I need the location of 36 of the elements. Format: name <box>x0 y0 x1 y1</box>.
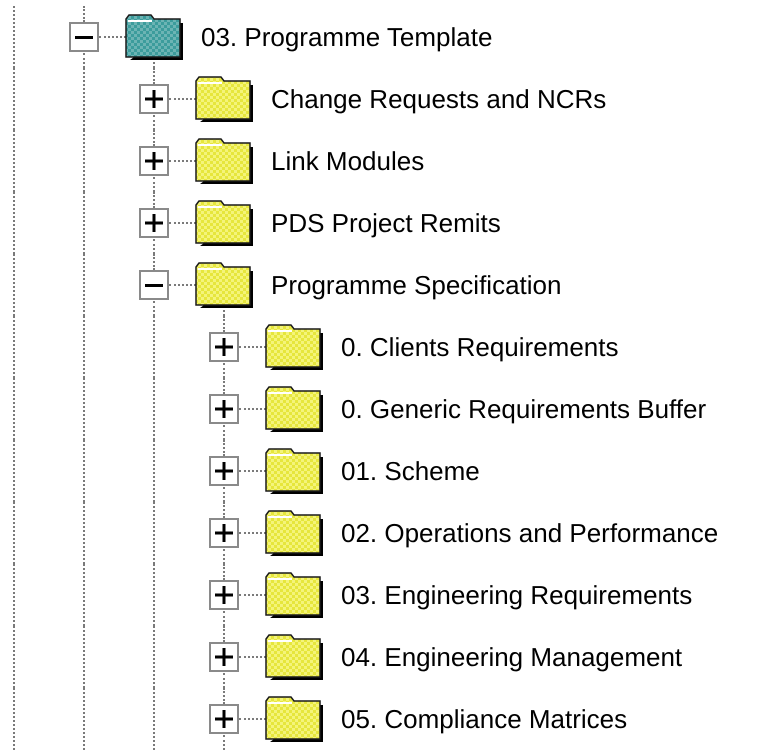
expand-button[interactable] <box>209 456 239 486</box>
tree-item-label[interactable]: Programme Specification <box>271 270 562 300</box>
tree-item-label[interactable]: 02. Operations and Performance <box>341 518 718 548</box>
tree-item-label[interactable]: Change Requests and NCRs <box>271 84 606 114</box>
expand-button[interactable] <box>209 704 239 734</box>
tree-item-label[interactable]: 03. Programme Template <box>201 22 492 52</box>
collapse-button[interactable] <box>139 270 169 300</box>
tree-item-label[interactable]: 0. Clients Requirements <box>341 332 618 362</box>
expand-button[interactable] <box>209 332 239 362</box>
tree-item-label[interactable]: 0. Generic Requirements Buffer <box>341 394 706 424</box>
expand-button[interactable] <box>209 642 239 672</box>
plus-icon <box>145 214 163 232</box>
expand-button[interactable] <box>209 580 239 610</box>
tree-item-label[interactable]: 01. Scheme <box>341 456 480 486</box>
expand-button[interactable] <box>209 518 239 548</box>
tree-item-label[interactable]: Link Modules <box>271 146 424 176</box>
expand-button[interactable] <box>139 146 169 176</box>
minus-icon <box>75 36 93 38</box>
plus-icon <box>215 338 233 356</box>
expand-button[interactable] <box>139 84 169 114</box>
plus-icon <box>145 90 163 108</box>
plus-icon <box>215 400 233 418</box>
tree-item-label[interactable]: PDS Project Remits <box>271 208 501 238</box>
tree-item-label[interactable]: 04. Engineering Management <box>341 642 682 672</box>
tree-item-label[interactable]: 03. Engineering Requirements <box>341 580 692 610</box>
plus-icon <box>215 710 233 728</box>
plus-icon <box>145 152 163 170</box>
expand-button[interactable] <box>139 208 169 238</box>
tree-item-label[interactable]: 05. Compliance Matrices <box>341 704 628 734</box>
collapse-button[interactable] <box>69 22 99 52</box>
plus-icon <box>215 586 233 604</box>
minus-icon <box>145 284 163 286</box>
plus-icon <box>215 462 233 480</box>
plus-icon <box>215 524 233 542</box>
expand-button[interactable] <box>209 394 239 424</box>
plus-icon <box>215 648 233 666</box>
